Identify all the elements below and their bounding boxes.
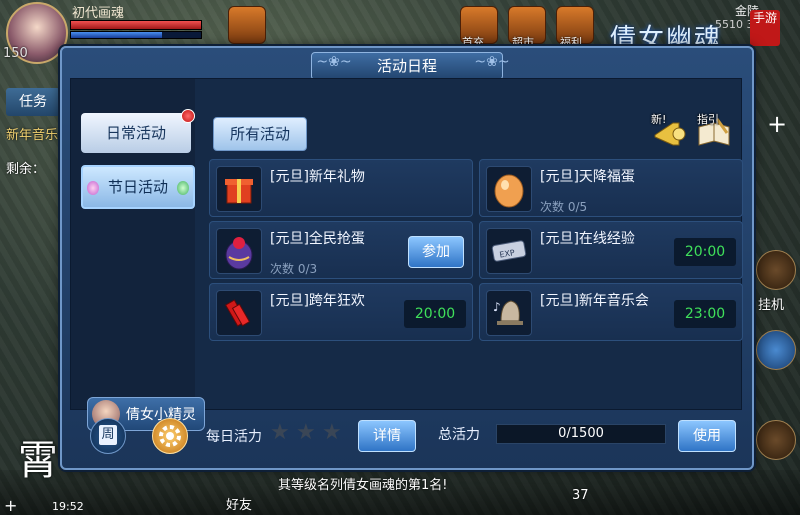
friends-label[interactable]: 好友: [226, 494, 252, 513]
use-button[interactable]: 使用: [678, 420, 736, 452]
count-label: 37: [572, 488, 589, 503]
activity-card[interactable]: [元旦]天降福蛋 次数 0/5: [479, 159, 743, 217]
top-hud: 初代画魂 150 首充 超市 福利 金陵 5510 3731 倩女幽魂 手游: [0, 0, 800, 64]
calendar-icon: 周: [99, 425, 117, 445]
golden-egg-icon: [486, 166, 532, 212]
guide-book-button[interactable]: 指引: [695, 113, 733, 151]
player-name: 初代画魂: [72, 6, 125, 21]
star-icon: ★: [296, 420, 316, 445]
chat-line: 其等级名列倩女画魂的第1名!: [278, 478, 448, 493]
category-festival-label: 节日活动: [107, 178, 168, 196]
total-vitality-bar: 0/1500: [496, 424, 666, 444]
balloon-icon: [87, 180, 100, 195]
total-vitality-value: 0/1500: [558, 426, 604, 441]
activity-card[interactable]: [元旦]全民抢蛋 次数 0/3 参加: [209, 221, 473, 279]
activity-time: 20:00: [404, 300, 466, 328]
dialog-header: ~❀~ 活动日程 ~❀~: [62, 48, 752, 80]
category-festival[interactable]: 节日活动: [81, 165, 195, 209]
skill-icon-2[interactable]: [756, 420, 796, 460]
activity-name: [元旦]全民抢蛋: [270, 231, 365, 247]
hp-bar: [70, 20, 202, 30]
skill-icon[interactable]: [756, 330, 796, 370]
detail-button[interactable]: 详情: [358, 420, 416, 452]
dialog-content: 日常活动 节日活动 倩女小精灵 所有活动 新! 指引 [元旦]新年礼物 [元旦]…: [70, 78, 743, 431]
activity-time: 20:00: [674, 238, 736, 266]
activity-card[interactable]: ♪ [元旦]新年音乐会 23:00: [479, 283, 743, 341]
activity-count: 次数 0/3: [270, 262, 318, 276]
category-daily-label: 日常活动: [105, 124, 166, 142]
notification-dot: [181, 109, 195, 123]
title-ornament-left: ~❀~: [316, 54, 352, 70]
gift-box-icon: [216, 166, 262, 212]
expand-plus-icon[interactable]: +: [764, 112, 790, 138]
egg-basket-icon: [216, 228, 262, 274]
dialog-footer: 周 每日活力 ★ ★ ★ 详情 总活力 0/1500 使用: [70, 410, 740, 460]
activity-name: [元旦]在线经验: [540, 231, 635, 247]
remaining-text: 剩余：: [6, 162, 46, 177]
star-icon: ★: [322, 420, 342, 445]
activity-name: [元旦]天降福蛋: [540, 169, 635, 185]
activity-card[interactable]: [元旦]新年礼物: [209, 159, 473, 217]
join-button[interactable]: 参加: [408, 236, 464, 268]
exp-scroll-icon: EXP: [486, 228, 532, 274]
activity-schedule-dialog: ~❀~ 活动日程 ~❀~ 日常活动 节日活动 倩女小精灵 所有活动 新! 指引: [60, 46, 754, 470]
news-horn-button[interactable]: 新!: [649, 113, 687, 151]
news-label: 新!: [651, 113, 667, 126]
settings-gear-button[interactable]: [152, 418, 188, 454]
gear-icon: [159, 425, 181, 447]
guide-label: 指引: [697, 113, 719, 126]
title-ornament-right: ~❀~: [474, 54, 510, 70]
mp-bar: [70, 31, 202, 39]
activity-name: [元旦]跨年狂欢: [270, 293, 365, 309]
player-level: 150: [3, 46, 28, 61]
add-plus-icon[interactable]: +: [4, 496, 17, 515]
logo-sub: 手游: [750, 10, 780, 46]
hang-icon[interactable]: [756, 250, 796, 290]
activity-time: 23:00: [674, 300, 736, 328]
clock: 19:52: [52, 500, 84, 513]
activity-name: [元旦]新年音乐会: [540, 293, 649, 309]
activity-card[interactable]: [元旦]跨年狂欢 20:00: [209, 283, 473, 341]
category-daily[interactable]: 日常活动: [81, 109, 195, 153]
activity-name: [元旦]新年礼物: [270, 169, 365, 185]
star-icon: ★: [270, 420, 290, 445]
hang-label: 挂机: [758, 298, 785, 313]
character-icon[interactable]: [228, 6, 266, 44]
activity-count: 次数 0/5: [540, 200, 588, 214]
bell-icon: ♪: [486, 290, 532, 336]
firecracker-icon: [216, 290, 262, 336]
total-vitality-label: 总活力: [438, 427, 480, 443]
svg-text:♪: ♪: [493, 300, 501, 314]
event-text: 新年音乐: [6, 128, 59, 143]
task-tab[interactable]: 任务: [6, 88, 60, 116]
week-calendar-button[interactable]: 周: [90, 418, 126, 454]
balloon-icon: [176, 180, 189, 195]
daily-vitality-label: 每日活力: [206, 429, 262, 445]
all-activities-button[interactable]: 所有活动: [213, 117, 307, 151]
activity-card[interactable]: EXP [元旦]在线经验 20:00: [479, 221, 743, 279]
